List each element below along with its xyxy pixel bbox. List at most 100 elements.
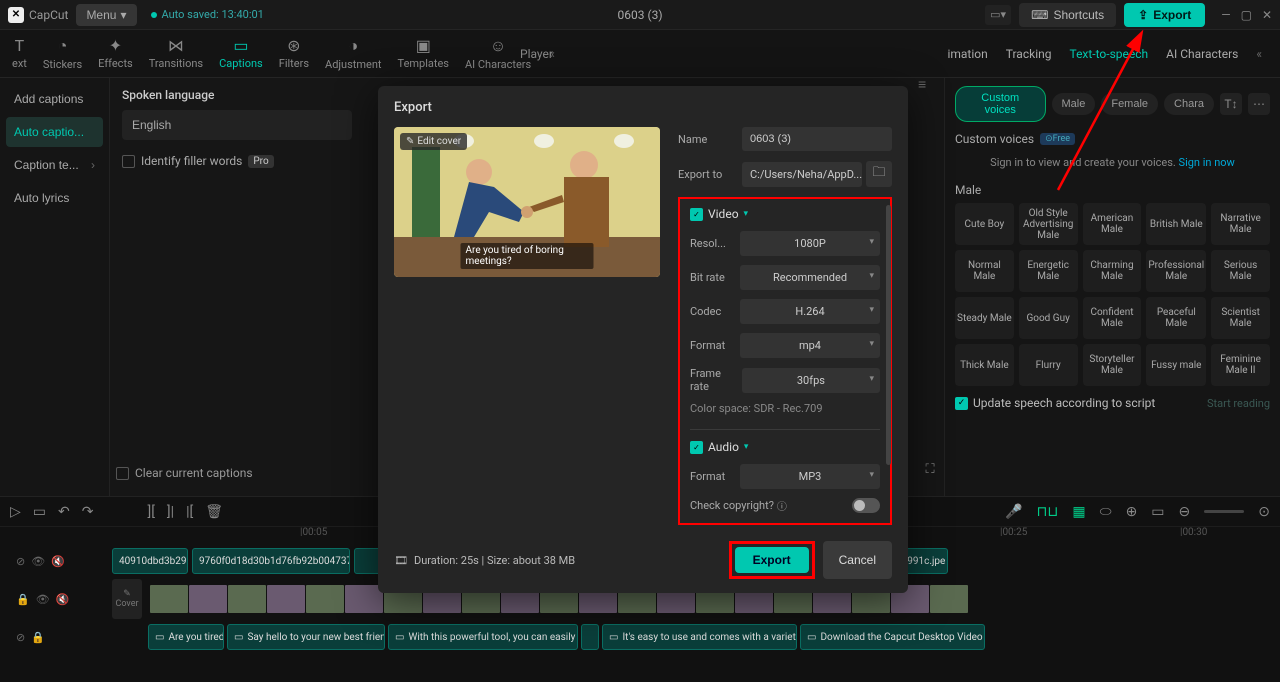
clear-captions-row[interactable]: Clear current captions — [116, 466, 253, 480]
auto-lyrics-button[interactable]: Auto lyrics — [6, 183, 103, 213]
voice-option[interactable]: Good Guy — [1019, 297, 1078, 339]
tab-templates[interactable]: ▣Templates — [392, 32, 455, 75]
redo-icon[interactable]: ↷ — [82, 504, 94, 520]
tab-ai-characters2[interactable]: AI Characters — [1166, 47, 1238, 61]
pill-character[interactable]: Chara — [1164, 93, 1214, 115]
fullscreen-icon[interactable]: ⛶ — [919, 458, 941, 480]
undo-icon[interactable]: ↶ — [58, 504, 70, 520]
tab-tracking[interactable]: Tracking — [1006, 47, 1052, 61]
zoom-out-icon[interactable]: ⊖ — [1179, 504, 1191, 520]
lock-icon[interactable]: 🔒 — [16, 593, 30, 606]
select-tool-icon[interactable]: ▭ — [33, 504, 46, 520]
voice-option[interactable]: Flurry — [1019, 344, 1078, 386]
link-icon[interactable]: ⬭ — [1100, 504, 1112, 520]
language-dropdown[interactable]: English — [122, 110, 352, 140]
tab-stickers[interactable]: ◔Stickers — [37, 32, 88, 75]
format-select[interactable]: mp4 — [740, 333, 880, 358]
voice-option[interactable]: Serious Male — [1211, 250, 1270, 292]
tab-animation[interactable]: imation — [947, 47, 987, 61]
visibility-icon[interactable]: 👁 — [36, 593, 50, 606]
voice-option[interactable]: Normal Male — [955, 250, 1014, 292]
mute-icon[interactable]: 🔇 — [51, 555, 65, 568]
voice-option[interactable]: Cute Boy — [955, 203, 1014, 245]
voice-option[interactable]: Charming Male — [1083, 250, 1142, 292]
delete-icon[interactable]: 🗑 — [205, 504, 223, 520]
voice-option[interactable]: Energetic Male — [1019, 250, 1078, 292]
zoom-slider[interactable] — [1204, 510, 1244, 513]
voice-option[interactable]: Narrative Male — [1211, 203, 1270, 245]
pointer-tool-icon[interactable]: ▷ — [10, 504, 21, 520]
audio-format-select[interactable]: MP3 — [740, 464, 880, 489]
voice-option[interactable]: Feminine Male II — [1211, 344, 1270, 386]
zoom-in-icon[interactable]: ⊙ — [1258, 504, 1270, 520]
screen-icon[interactable]: ▭ — [1151, 504, 1164, 520]
checkbox-icon[interactable] — [122, 155, 135, 168]
voice-option[interactable]: Confident Male — [1083, 297, 1142, 339]
tab-transitions[interactable]: ⋈Transitions — [143, 32, 209, 75]
mute-icon[interactable]: 🔇 — [56, 593, 70, 606]
pill-custom-voices[interactable]: Custom voices — [955, 86, 1046, 122]
export-button[interactable]: Export — [735, 547, 809, 573]
mute-icon[interactable]: 🔒 — [31, 631, 45, 644]
split-icon[interactable]: ][ — [147, 504, 154, 520]
framerate-select[interactable]: 30fps — [742, 368, 880, 393]
pill-female[interactable]: Female — [1101, 93, 1158, 115]
caret-down-icon[interactable]: ▾ — [744, 209, 749, 219]
edit-cover-button[interactable]: ✎Edit cover — [400, 133, 467, 150]
aspect-ratio-button[interactable]: ▭▾ — [985, 5, 1011, 25]
voice-option[interactable]: Old Style Advertising Male — [1019, 203, 1078, 245]
caret-down-icon[interactable]: ▾ — [744, 442, 749, 452]
voice-option[interactable]: Thick Male — [955, 344, 1014, 386]
cover-button[interactable]: ✎Cover — [112, 579, 142, 619]
update-speech-checkbox[interactable]: ✓ — [955, 397, 968, 410]
caption-templates-button[interactable]: ›Caption te... — [6, 150, 103, 180]
add-captions-button[interactable]: Add captions — [6, 84, 103, 114]
player-menu-icon[interactable]: ≡ — [918, 76, 926, 93]
auto-captions-button[interactable]: Auto captio... — [6, 117, 103, 147]
text-style-icon[interactable]: T↕ — [1220, 93, 1242, 115]
preview-icon[interactable]: ⊕ — [1126, 504, 1138, 520]
tab-adjustment[interactable]: ◑Adjustment — [319, 32, 388, 75]
export-topbar-button[interactable]: ⇪ Export — [1124, 3, 1205, 27]
voice-option[interactable]: Professional Male — [1146, 250, 1206, 292]
visibility-icon[interactable]: 👁 — [31, 555, 45, 568]
tab-captions[interactable]: ▭Captions — [213, 32, 269, 75]
shortcuts-button[interactable]: ⌨ Shortcuts — [1019, 3, 1116, 27]
resolution-select[interactable]: 1080P — [740, 231, 880, 256]
export-name-input[interactable] — [742, 127, 892, 151]
lock-icon[interactable]: ⊘ — [16, 555, 25, 568]
voice-option[interactable]: Scientist Male — [1211, 297, 1270, 339]
audio-checkbox[interactable]: ✓ — [690, 441, 703, 454]
lock-icon[interactable]: ⊘ — [16, 631, 25, 644]
start-reading-button[interactable]: Start reading — [1207, 397, 1270, 410]
tab-text-to-speech[interactable]: Text-to-speech — [1069, 47, 1148, 61]
tab-effects[interactable]: ✦Effects — [92, 32, 139, 75]
trim-left-icon[interactable]: ]| — [167, 504, 174, 520]
copyright-toggle[interactable] — [852, 498, 880, 513]
voice-option[interactable]: American Male — [1083, 203, 1142, 245]
more-icon[interactable]: ⋯ — [1248, 93, 1270, 115]
voice-option[interactable]: Steady Male — [955, 297, 1014, 339]
checkbox-icon[interactable] — [116, 467, 129, 480]
voice-option[interactable]: Fussy male — [1146, 344, 1206, 386]
voice-option[interactable]: British Male — [1146, 203, 1206, 245]
menu-button[interactable]: Menu▾ — [76, 4, 136, 26]
mic-icon[interactable]: 🎤 — [1005, 504, 1022, 520]
info-icon[interactable]: ⓘ — [777, 498, 787, 513]
close-icon[interactable]: ✕ — [1262, 8, 1272, 22]
maximize-icon[interactable]: ▢ — [1241, 8, 1252, 22]
voice-option[interactable]: Peaceful Male — [1146, 297, 1206, 339]
magnet-icon[interactable]: ⊓⊔ — [1037, 504, 1059, 520]
trim-right-icon[interactable]: |[ — [186, 504, 193, 520]
codec-select[interactable]: H.264 — [740, 299, 880, 324]
cancel-button[interactable]: Cancel — [823, 541, 892, 579]
browse-folder-button[interactable]: 🗀 — [866, 161, 892, 187]
collapse-right-icon[interactable]: « — [1256, 47, 1262, 61]
tab-text[interactable]: Text — [6, 32, 33, 75]
scrollbar[interactable] — [886, 205, 891, 465]
voice-option[interactable]: Storyteller Male — [1083, 344, 1142, 386]
signin-link[interactable]: Sign in now — [1179, 156, 1235, 169]
timeline-track-captions[interactable]: ⊘🔒 ▭Are you tired o ▭Say hello to your n… — [6, 621, 1280, 653]
tab-filters[interactable]: ⊛Filters — [273, 32, 315, 75]
bitrate-select[interactable]: Recommended — [740, 265, 880, 290]
